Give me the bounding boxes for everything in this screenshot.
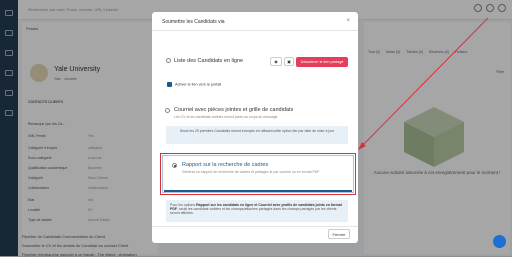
annotation-arrow bbox=[358, 17, 489, 150]
chat-icon[interactable] bbox=[493, 235, 506, 248]
